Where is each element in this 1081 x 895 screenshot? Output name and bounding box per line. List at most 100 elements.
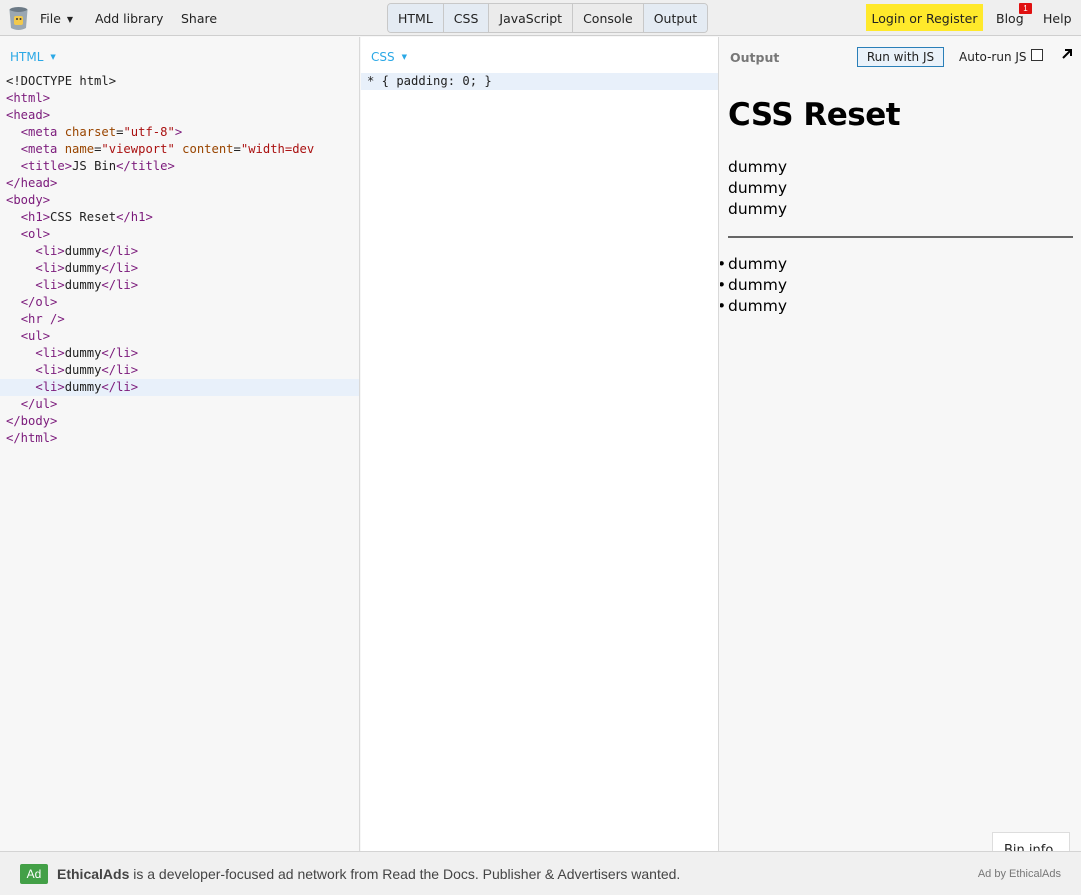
code-line[interactable]: <li>dummy</li> bbox=[0, 260, 359, 277]
code-token: > bbox=[42, 108, 51, 122]
code-token: </title bbox=[116, 159, 168, 173]
code-token: > bbox=[50, 431, 58, 445]
ol-marker: . bbox=[720, 179, 721, 197]
code-token: </ol bbox=[20, 295, 51, 309]
ol-marker: . bbox=[720, 200, 721, 218]
code-token: > bbox=[130, 278, 139, 292]
code-line[interactable]: <head> bbox=[0, 107, 359, 124]
output-heading: CSS Reset bbox=[728, 97, 901, 133]
code-token: </head bbox=[6, 176, 51, 190]
ad-badge: Ad bbox=[20, 864, 48, 884]
css-panel-label-text: CSS bbox=[371, 50, 395, 64]
code-token: "utf-8" bbox=[123, 125, 175, 139]
code-line[interactable]: </ul> bbox=[0, 396, 359, 413]
code-line[interactable]: <ul> bbox=[0, 328, 359, 345]
list-item: . dummy bbox=[720, 179, 788, 197]
code-line[interactable]: <li>dummy</li> bbox=[0, 345, 359, 362]
css-panel-label[interactable]: CSS ▼ bbox=[371, 50, 407, 64]
code-token: > bbox=[174, 125, 183, 139]
code-line[interactable]: <li>dummy</li> bbox=[0, 379, 359, 396]
code-token: content bbox=[182, 142, 234, 156]
css-code-editor[interactable]: * { padding: 0; } bbox=[361, 73, 718, 90]
share-menu[interactable]: Share bbox=[181, 0, 217, 36]
code-token: CSS Reset bbox=[50, 210, 117, 224]
code-token: > bbox=[57, 261, 65, 275]
popout-arrow-icon[interactable] bbox=[1060, 47, 1074, 61]
top-bar: File ▼ Add library Share HTML CSS JavaScr… bbox=[0, 0, 1081, 36]
tab-javascript[interactable]: JavaScript bbox=[489, 4, 574, 32]
code-line[interactable]: <li>dummy</li> bbox=[0, 243, 359, 260]
code-token: > bbox=[130, 380, 139, 394]
code-token: > bbox=[64, 159, 73, 173]
code-token: > bbox=[42, 329, 51, 343]
list-item: . dummy bbox=[720, 158, 787, 176]
code-line[interactable]: <title>JS Bin</title> bbox=[0, 158, 359, 175]
tab-css[interactable]: CSS bbox=[443, 4, 490, 32]
ad-by-link[interactable]: Ad by EthicalAds bbox=[978, 868, 1061, 880]
code-line[interactable]: <!DOCTYPE html> bbox=[0, 73, 359, 90]
code-line[interactable]: <html> bbox=[0, 90, 359, 107]
code-token: > bbox=[50, 414, 58, 428]
horizontal-rule bbox=[728, 236, 1073, 238]
code-line[interactable]: <meta charset="utf-8"> bbox=[0, 124, 359, 141]
code-token: <!DOCTYPE html> bbox=[6, 74, 117, 88]
tab-html[interactable]: HTML bbox=[388, 4, 444, 32]
code-token: > bbox=[57, 363, 65, 377]
tab-console[interactable]: Console bbox=[573, 4, 644, 32]
jsbin-logo-icon[interactable] bbox=[8, 6, 29, 31]
code-token: > bbox=[145, 210, 153, 224]
help-link[interactable]: Help bbox=[1043, 0, 1072, 36]
html-panel-label[interactable]: HTML ▼ bbox=[10, 50, 56, 64]
html-code-editor[interactable]: <!DOCTYPE html> <html> <head> <meta charse… bbox=[0, 73, 359, 447]
bullet-marker: • bbox=[720, 255, 726, 273]
list-item: •dummy bbox=[720, 276, 787, 294]
code-token: <hr bbox=[20, 312, 43, 326]
ol-item-text: dummy bbox=[728, 200, 788, 218]
code-token: </h1 bbox=[116, 210, 146, 224]
code-token: > bbox=[167, 159, 175, 173]
code-token: <li bbox=[35, 261, 58, 275]
css-code-line: * { padding: 0; } bbox=[367, 74, 492, 88]
code-line[interactable]: </ol> bbox=[0, 294, 359, 311]
code-line[interactable]: </head> bbox=[0, 175, 359, 192]
file-menu[interactable]: File ▼ bbox=[40, 0, 73, 36]
code-token: > bbox=[57, 278, 65, 292]
output-panel: Output Run with JS Auto-run JS CSS Reset… bbox=[720, 37, 1081, 851]
ul-item-text: dummy bbox=[728, 255, 788, 273]
code-line[interactable]: </html> bbox=[0, 430, 359, 447]
ad-text-link[interactable]: EthicalAds is a developer-focused ad net… bbox=[57, 866, 680, 882]
code-line[interactable]: <ol> bbox=[0, 226, 359, 243]
ol-marker: . bbox=[720, 158, 721, 176]
code-token: <html bbox=[6, 91, 43, 105]
bin-info-button[interactable]: Bin info bbox=[992, 832, 1070, 851]
code-token: <li bbox=[35, 363, 58, 377]
ad-brand: EthicalAds bbox=[57, 866, 130, 882]
ol-item-text: dummy bbox=[728, 179, 788, 197]
code-line[interactable]: <li>dummy</li> bbox=[0, 362, 359, 379]
login-register-button[interactable]: Login or Register bbox=[866, 4, 983, 31]
run-with-js-button[interactable]: Run with JS bbox=[857, 47, 944, 67]
tab-output[interactable]: Output bbox=[643, 4, 708, 32]
code-token: <head bbox=[6, 108, 43, 122]
code-line[interactable]: * { padding: 0; } bbox=[361, 73, 718, 90]
ad-description: is a developer-focused ad network from R… bbox=[129, 866, 681, 882]
code-line[interactable]: <body> bbox=[0, 192, 359, 209]
code-line[interactable]: <meta name="viewport" content="width=dev bbox=[0, 141, 359, 158]
code-token: <h1 bbox=[20, 210, 43, 224]
code-token: </body bbox=[6, 414, 51, 428]
code-line[interactable]: <h1>CSS Reset</h1> bbox=[0, 209, 359, 226]
list-item: •dummy bbox=[720, 255, 788, 273]
code-token: </ul bbox=[20, 397, 51, 411]
auto-run-js-checkbox[interactable] bbox=[1031, 49, 1043, 61]
code-line[interactable]: </body> bbox=[0, 413, 359, 430]
code-line[interactable]: <li>dummy</li> bbox=[0, 277, 359, 294]
code-line[interactable]: <hr /> bbox=[0, 311, 359, 328]
ad-footer: Ad EthicalAds is a developer-focused ad … bbox=[0, 851, 1081, 895]
add-library-menu[interactable]: Add library bbox=[95, 0, 163, 36]
